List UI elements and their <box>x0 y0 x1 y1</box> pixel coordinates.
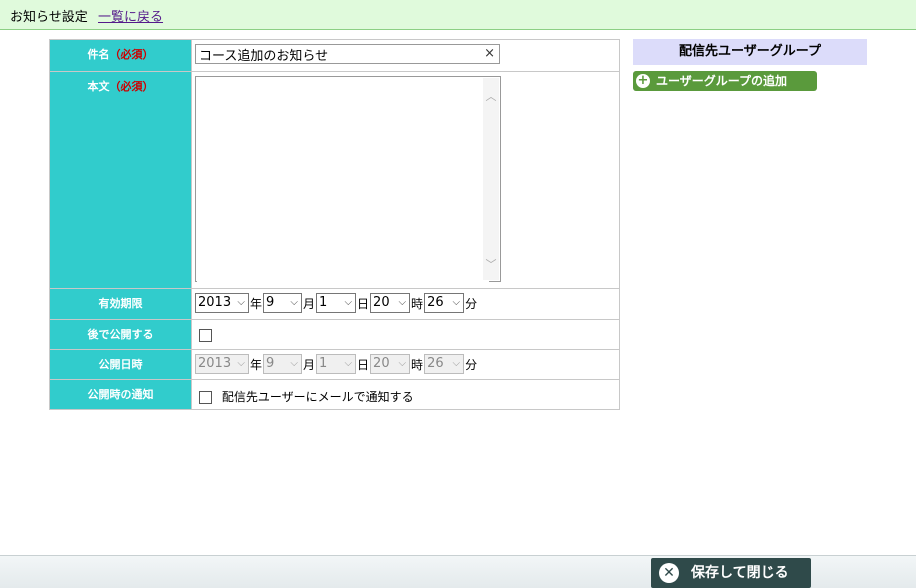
notify-checkbox-label[interactable]: 配信先ユーザーにメールで通知する <box>222 390 414 404</box>
body-label: 本文 <box>87 80 110 93</box>
publish-year-select: 2013 ⌵ <box>195 354 249 374</box>
expiry-day-unit: 日 <box>357 296 370 311</box>
publish-day-value: 1 <box>319 356 328 371</box>
publish-datetime-label: 公開日時 <box>98 358 143 371</box>
subject-label-cell: 件名（必須） <box>49 39 192 72</box>
expiry-month-value: 9 <box>266 295 275 310</box>
expiry-minute-value: 26 <box>427 295 444 310</box>
notify-label: 公開時の通知 <box>87 388 154 401</box>
publish-month-unit: 月 <box>303 357 316 372</box>
publish-day-unit: 日 <box>357 357 370 372</box>
save-and-close-label: 保存して閉じる <box>691 565 789 581</box>
add-user-group-label: ユーザーグループの追加 <box>656 74 788 88</box>
publish-minute-value: 26 <box>427 356 444 371</box>
top-bar: お知らせ設定 一覧に戻る <box>0 0 916 30</box>
chevron-down-icon[interactable]: ﹀ <box>483 256 499 272</box>
body-label-cell: 本文（必須） <box>49 71 192 289</box>
body-required-mark: （必須） <box>109 80 154 93</box>
subject-field[interactable]: × <box>195 44 500 64</box>
chevron-down-icon: ⌵ <box>344 358 353 369</box>
chevron-down-icon: ⌵ <box>452 297 461 308</box>
notify-cell: 配信先ユーザーにメールで通知する <box>191 379 620 410</box>
publish-later-cell <box>191 319 620 350</box>
back-to-list-link[interactable]: 一覧に戻る <box>98 6 163 25</box>
publish-datetime-label-cell: 公開日時 <box>49 349 192 380</box>
notice-form: 件名（必須） × 本文（必須） ︿ ﹀ 有効期限 <box>49 39 620 410</box>
chevron-down-icon: ⌵ <box>237 358 245 369</box>
publish-minute-unit: 分 <box>465 357 478 372</box>
close-icon[interactable]: × <box>484 46 495 61</box>
body-scrollbar[interactable]: ︿ ﹀ <box>483 78 499 280</box>
delivery-group-heading: 配信先ユーザーグループ <box>633 39 867 65</box>
expiry-hour-unit: 時 <box>411 296 424 311</box>
publish-month-value: 9 <box>266 356 275 371</box>
chevron-up-icon[interactable]: ︿ <box>483 88 499 104</box>
body-field[interactable]: ︿ ﹀ <box>195 76 501 284</box>
subject-label: 件名 <box>87 48 110 61</box>
plus-circle-icon: + <box>636 73 650 88</box>
chevron-down-icon: ⌵ <box>452 358 461 369</box>
subject-required-mark: （必須） <box>109 48 154 61</box>
notify-label-cell: 公開時の通知 <box>49 379 192 410</box>
expiry-month-select[interactable]: 9 ⌵ <box>263 293 303 313</box>
subject-input[interactable] <box>196 45 482 63</box>
notify-checkbox[interactable] <box>199 391 212 404</box>
publish-month-select: 9 ⌵ <box>263 354 303 374</box>
body-cell: ︿ ﹀ <box>191 71 620 289</box>
expiry-hour-value: 20 <box>373 295 390 310</box>
publish-year-unit: 年 <box>250 357 263 372</box>
expiry-year-select[interactable]: 2013 ⌵ <box>195 293 249 313</box>
expiry-label: 有効期限 <box>98 297 143 310</box>
save-and-close-button[interactable]: ✕ 保存して閉じる <box>651 558 811 588</box>
close-circle-icon: ✕ <box>659 563 679 583</box>
add-user-group-button[interactable]: + ユーザーグループの追加 <box>633 71 817 91</box>
expiry-year-unit: 年 <box>250 296 263 311</box>
expiry-month-unit: 月 <box>303 296 316 311</box>
expiry-label-cell: 有効期限 <box>49 288 192 320</box>
publish-datetime-cell: 2013 ⌵ 年 9 ⌵ 月 1 ⌵ 日 20 ⌵ 時 26 ⌵ 分 <box>191 349 620 380</box>
expiry-day-value: 1 <box>319 295 328 310</box>
publish-day-select: 1 ⌵ <box>316 354 357 374</box>
expiry-day-select[interactable]: 1 ⌵ <box>316 293 357 313</box>
expiry-year-value: 2013 <box>198 295 232 310</box>
expiry-datetime: 2013 ⌵ 年 9 ⌵ 月 1 ⌵ 日 20 ⌵ 時 26 ⌵ 分 <box>195 293 619 313</box>
page-title: お知らせ設定 <box>10 10 88 25</box>
publish-hour-select: 20 ⌵ <box>370 354 411 374</box>
publish-later-checkbox[interactable] <box>199 329 212 342</box>
subject-cell: × <box>191 39 620 72</box>
expiry-minute-select[interactable]: 26 ⌵ <box>424 293 465 313</box>
publish-datetime: 2013 ⌵ 年 9 ⌵ 月 1 ⌵ 日 20 ⌵ 時 26 ⌵ 分 <box>195 354 619 374</box>
chevron-down-icon: ⌵ <box>344 297 353 308</box>
publish-later-label-cell: 後で公開する <box>49 319 192 350</box>
expiry-minute-unit: 分 <box>465 296 478 311</box>
chevron-down-icon: ⌵ <box>290 297 299 308</box>
publish-year-value: 2013 <box>198 356 232 371</box>
chevron-down-icon: ⌵ <box>398 358 407 369</box>
body-textarea[interactable] <box>197 78 489 284</box>
chevron-down-icon: ⌵ <box>398 297 407 308</box>
expiry-hour-select[interactable]: 20 ⌵ <box>370 293 411 313</box>
publish-hour-value: 20 <box>373 356 390 371</box>
expiry-cell: 2013 ⌵ 年 9 ⌵ 月 1 ⌵ 日 20 ⌵ 時 26 ⌵ 分 <box>191 288 620 320</box>
publish-hour-unit: 時 <box>411 357 424 372</box>
chevron-down-icon: ⌵ <box>237 297 245 308</box>
chevron-down-icon: ⌵ <box>290 358 299 369</box>
publish-minute-select: 26 ⌵ <box>424 354 465 374</box>
publish-later-label: 後で公開する <box>87 328 154 341</box>
